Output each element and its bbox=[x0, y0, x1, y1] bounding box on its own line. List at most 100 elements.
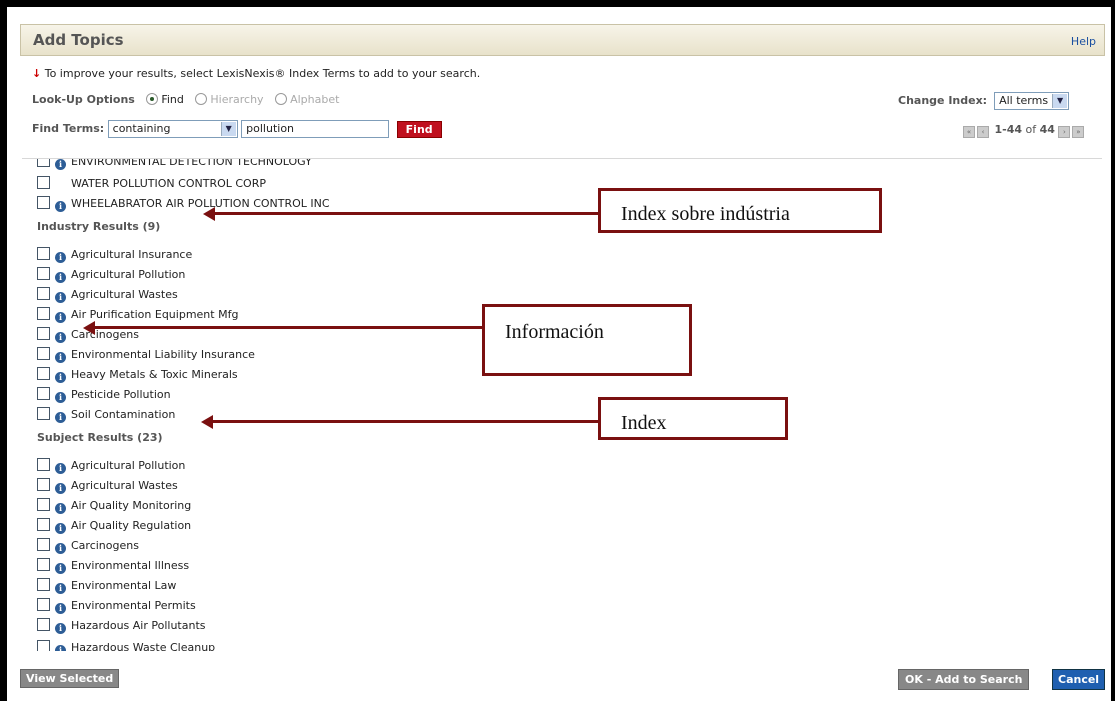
checkbox[interactable] bbox=[37, 196, 50, 209]
annotation-information: Información bbox=[482, 304, 692, 376]
checkbox[interactable] bbox=[37, 247, 50, 260]
help-link[interactable]: Help bbox=[1071, 35, 1096, 48]
list-item: i Environmental Law bbox=[37, 578, 176, 594]
checkbox[interactable] bbox=[37, 478, 50, 491]
arrow-left-icon bbox=[83, 321, 95, 335]
info-icon[interactable]: i bbox=[55, 543, 66, 554]
info-icon[interactable]: i bbox=[55, 352, 66, 363]
checkbox[interactable] bbox=[37, 618, 50, 631]
info-icon[interactable]: i bbox=[55, 563, 66, 574]
info-icon[interactable]: i bbox=[55, 392, 66, 403]
page-range: 1-44 bbox=[994, 123, 1023, 136]
radio-hierarchy[interactable] bbox=[195, 93, 208, 105]
info-icon[interactable]: i bbox=[55, 583, 66, 594]
item-label: Soil Contamination bbox=[71, 408, 176, 421]
info-icon[interactable]: i bbox=[55, 645, 66, 651]
info-icon[interactable]: i bbox=[55, 159, 66, 170]
checkbox[interactable] bbox=[37, 558, 50, 571]
chevron-down-icon: ▼ bbox=[220, 122, 236, 136]
list-item: i Carcinogens bbox=[37, 538, 139, 554]
info-icon[interactable]: i bbox=[55, 623, 66, 634]
checkbox[interactable] bbox=[37, 518, 50, 531]
info-icon[interactable]: i bbox=[55, 201, 66, 212]
checkbox[interactable] bbox=[37, 307, 50, 320]
checkbox[interactable] bbox=[37, 347, 50, 360]
page-of: of bbox=[1025, 123, 1037, 136]
page-total: 44 bbox=[1039, 123, 1055, 136]
item-label: Agricultural Pollution bbox=[71, 268, 186, 281]
checkbox[interactable] bbox=[37, 176, 50, 189]
checkbox[interactable] bbox=[37, 159, 50, 167]
list-item: i Hazardous Air Pollutants bbox=[37, 618, 206, 634]
item-label: WHEELABRATOR AIR POLLUTION CONTROL INC bbox=[71, 197, 330, 210]
checkbox[interactable] bbox=[37, 407, 50, 420]
item-label: Environmental Law bbox=[71, 579, 177, 592]
checkbox[interactable] bbox=[37, 387, 50, 400]
industry-results-heading: Industry Results (9) bbox=[37, 220, 161, 233]
info-icon[interactable]: i bbox=[55, 252, 66, 263]
lookup-options: Look-Up Options Find Hierarchy Alphabet bbox=[32, 93, 339, 106]
radio-alphabet[interactable] bbox=[275, 93, 288, 105]
checkbox[interactable] bbox=[37, 327, 50, 340]
checkbox[interactable] bbox=[37, 538, 50, 551]
list-item: i Agricultural Insurance bbox=[37, 247, 192, 263]
item-label: Agricultural Wastes bbox=[71, 288, 178, 301]
view-selected-button[interactable]: View Selected bbox=[20, 669, 120, 688]
item-label: Air Quality Regulation bbox=[71, 519, 192, 532]
checkbox[interactable] bbox=[37, 267, 50, 280]
prev-page-icon[interactable]: ‹ bbox=[977, 126, 989, 138]
info-icon[interactable]: i bbox=[55, 372, 66, 383]
info-icon[interactable]: i bbox=[55, 412, 66, 423]
info-icon[interactable]: i bbox=[55, 603, 66, 614]
cancel-button[interactable]: Cancel bbox=[1052, 669, 1106, 690]
change-index-label: Change Index: bbox=[898, 94, 988, 107]
list-item: WATER POLLUTION CONTROL CORP bbox=[37, 176, 266, 190]
list-item: i ENVIRONMENTAL DETECTION TECHNOLOGY bbox=[37, 159, 312, 170]
item-label: Heavy Metals & Toxic Minerals bbox=[71, 368, 238, 381]
ok-add-to-search-button[interactable]: OK - Add to Search bbox=[898, 669, 1030, 690]
annotation-industry: Index sobre indústria bbox=[598, 188, 882, 233]
list-item: i Pesticide Pollution bbox=[37, 387, 171, 403]
change-index: Change Index: All terms ▼ bbox=[898, 92, 1070, 110]
checkbox[interactable] bbox=[37, 367, 50, 380]
info-icon[interactable]: i bbox=[55, 312, 66, 323]
info-icon[interactable]: i bbox=[55, 483, 66, 494]
item-label: Air Quality Monitoring bbox=[71, 499, 192, 512]
info-icon[interactable]: i bbox=[55, 272, 66, 283]
item-label: Agricultural Wastes bbox=[71, 479, 178, 492]
list-item: i WHEELABRATOR AIR POLLUTION CONTROL INC bbox=[37, 196, 330, 212]
checkbox[interactable] bbox=[37, 287, 50, 300]
list-item: i Agricultural Wastes bbox=[37, 287, 178, 303]
match-mode-select[interactable]: containing ▼ bbox=[107, 120, 238, 138]
list-item: i Heavy Metals & Toxic Minerals bbox=[37, 367, 238, 383]
index-select[interactable]: All terms ▼ bbox=[994, 92, 1070, 110]
find-button[interactable]: Find bbox=[396, 120, 442, 138]
info-icon[interactable]: i bbox=[55, 292, 66, 303]
arrow-left-icon bbox=[203, 207, 215, 221]
checkbox[interactable] bbox=[37, 458, 50, 471]
info-icon[interactable]: i bbox=[55, 523, 66, 534]
list-item: i Air Quality Regulation bbox=[37, 518, 191, 534]
radio-find[interactable] bbox=[146, 93, 159, 105]
screenshot-border-right bbox=[1111, 0, 1115, 701]
info-icon[interactable]: i bbox=[55, 332, 66, 343]
first-page-icon[interactable]: « bbox=[963, 126, 975, 138]
item-label: Agricultural Pollution bbox=[71, 459, 186, 472]
search-input[interactable]: pollution bbox=[241, 120, 390, 138]
next-page-icon[interactable]: › bbox=[1058, 126, 1071, 138]
checkbox[interactable] bbox=[37, 498, 50, 511]
checkbox[interactable] bbox=[37, 640, 50, 651]
find-terms-row: Find Terms: containing ▼ pollution Find bbox=[32, 120, 442, 138]
item-label: Agricultural Insurance bbox=[71, 248, 193, 261]
list-item: i Soil Contamination bbox=[37, 407, 175, 423]
item-label: Pesticide Pollution bbox=[71, 388, 171, 401]
annotation-arrow-information bbox=[94, 326, 484, 329]
checkbox[interactable] bbox=[37, 578, 50, 591]
info-icon[interactable]: i bbox=[55, 503, 66, 514]
list-item: i Agricultural Pollution bbox=[37, 458, 185, 474]
dialog-header: Add Topics Help bbox=[20, 24, 1105, 56]
checkbox[interactable] bbox=[37, 598, 50, 611]
last-page-icon[interactable]: » bbox=[1072, 126, 1085, 138]
info-icon[interactable]: i bbox=[55, 463, 66, 474]
match-mode-value: containing bbox=[112, 122, 171, 135]
